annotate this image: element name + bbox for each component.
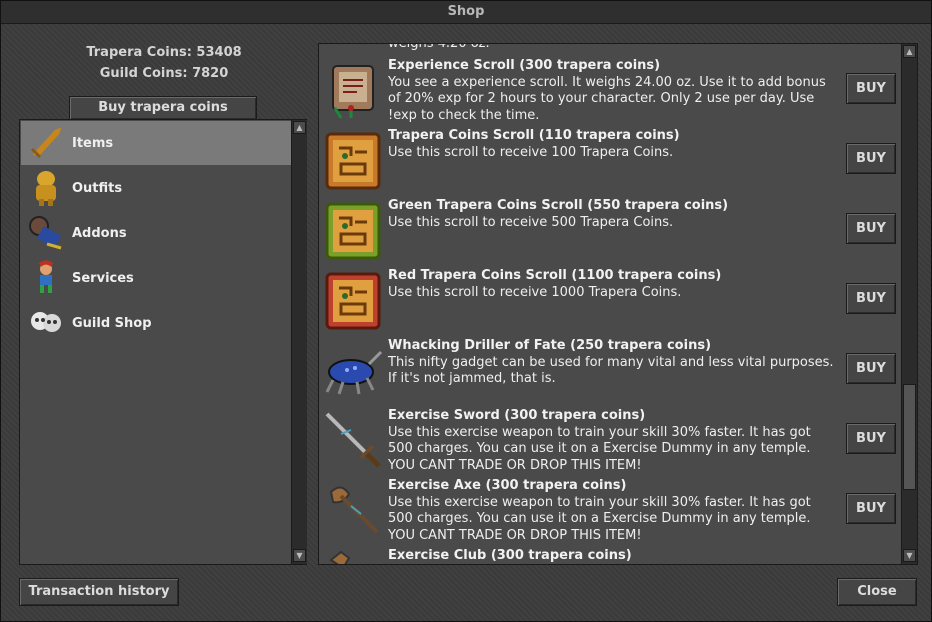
- offer-row: Red Trapera Coins Scroll (1100 trapera c…: [319, 268, 901, 338]
- offer-title: Trapera Coins Scroll (110 trapera coins): [388, 128, 680, 143]
- offer-row: Exercise Club (300 trapera coins): [319, 548, 901, 564]
- buy-button[interactable]: BUY: [846, 283, 896, 314]
- category-addons[interactable]: Addons: [21, 211, 291, 255]
- trapera-coins-balance: Trapera Coins: 53408: [86, 45, 242, 60]
- scroll-down-arrow-icon[interactable]: ▼: [903, 549, 916, 562]
- offer-description: Use this scroll to receive 1000 Trapera …: [388, 284, 682, 300]
- shop-window: Shop Trapera Coins: 53408 Guild Coins: 7…: [0, 0, 932, 622]
- partial-offer-text: weighs 4.20 oz.: [388, 43, 490, 51]
- offer-text: Experience Scroll (300 trapera coins) Yo…: [388, 58, 838, 124]
- buy-trapera-coins-button[interactable]: Buy trapera coins: [69, 96, 257, 120]
- buy-button[interactable]: BUY: [846, 143, 896, 174]
- category-label: Addons: [72, 225, 127, 241]
- category-label: Items: [72, 135, 114, 151]
- addon-icon: [25, 213, 67, 253]
- skulls-icon: [25, 303, 67, 343]
- scroll-down-arrow-icon[interactable]: ▼: [293, 549, 306, 562]
- guild-coins-balance: Guild Coins: 7820: [99, 66, 229, 81]
- category-items[interactable]: Items: [21, 121, 291, 165]
- offer-row: Trapera Coins Scroll (110 trapera coins)…: [319, 128, 901, 198]
- armor-icon: [25, 168, 67, 208]
- buy-button[interactable]: BUY: [846, 73, 896, 104]
- experience-scroll-icon: [332, 65, 374, 119]
- offer-text: Exercise Club (300 trapera coins): [388, 548, 838, 564]
- offer-text: Red Trapera Coins Scroll (1100 trapera c…: [388, 268, 838, 301]
- offer-description: Use this scroll to receive 500 Trapera C…: [388, 214, 674, 230]
- scroll-up-arrow-icon[interactable]: ▲: [293, 121, 306, 134]
- transaction-history-button[interactable]: Transaction history: [19, 578, 179, 606]
- category-label: Guild Shop: [72, 315, 152, 331]
- offer-description: Use this scroll to receive 100 Trapera C…: [388, 144, 674, 160]
- category-outfits[interactable]: Outfits: [21, 166, 291, 210]
- green-coins-scroll-icon: [325, 202, 381, 260]
- character-icon: [25, 258, 67, 298]
- offer-scrollbar[interactable]: ▲ ▼: [901, 44, 917, 564]
- offer-title: Green Trapera Coins Scroll (550 trapera …: [388, 198, 729, 213]
- offer-row: Green Trapera Coins Scroll (550 trapera …: [319, 198, 901, 268]
- offer-text: Exercise Axe (300 trapera coins) Use thi…: [388, 478, 838, 544]
- offer-row: Whacking Driller of Fate (250 trapera co…: [319, 338, 901, 408]
- category-services[interactable]: Services: [21, 256, 291, 300]
- category-label: Outfits: [72, 180, 123, 196]
- offer-text: Trapera Coins Scroll (110 trapera coins)…: [388, 128, 838, 161]
- category-guild-shop[interactable]: Guild Shop: [21, 301, 291, 345]
- category-scrollbar[interactable]: ▲ ▼: [291, 120, 307, 564]
- window-title: Shop: [1, 1, 931, 24]
- exercise-axe-icon: [329, 486, 379, 534]
- buy-button[interactable]: BUY: [846, 493, 896, 524]
- offer-text: Whacking Driller of Fate (250 trapera co…: [388, 338, 838, 388]
- offer-title: Exercise Sword (300 trapera coins): [388, 408, 646, 423]
- scroll-up-arrow-icon[interactable]: ▲: [903, 45, 916, 58]
- offer-description: You see a experience scroll. It weighs 2…: [388, 74, 826, 123]
- offer-title: Red Trapera Coins Scroll (1100 trapera c…: [388, 268, 722, 283]
- offer-text: Exercise Sword (300 trapera coins) Use t…: [388, 408, 838, 474]
- offer-list: weighs 4.20 oz. Experience Scroll (300 t…: [318, 43, 918, 565]
- buy-button[interactable]: BUY: [846, 423, 896, 454]
- offer-text: Green Trapera Coins Scroll (550 trapera …: [388, 198, 838, 231]
- buy-button[interactable]: BUY: [846, 353, 896, 384]
- offer-title: Exercise Axe (300 trapera coins): [388, 478, 627, 493]
- exercise-sword-icon: [325, 412, 381, 468]
- coins-scroll-icon: [325, 132, 381, 190]
- red-coins-scroll-icon: [325, 272, 381, 330]
- offer-row: Experience Scroll (300 trapera coins) Yo…: [319, 58, 901, 128]
- exercise-club-icon: [329, 550, 351, 564]
- scrollbar-thumb[interactable]: [903, 384, 916, 490]
- category-label: Services: [72, 270, 134, 286]
- buy-button[interactable]: BUY: [846, 213, 896, 244]
- offer-row: Exercise Sword (300 trapera coins) Use t…: [319, 408, 901, 478]
- sword-icon: [25, 123, 67, 163]
- offer-row: Exercise Axe (300 trapera coins) Use thi…: [319, 478, 901, 548]
- close-button[interactable]: Close: [837, 578, 917, 606]
- offer-title: Exercise Club (300 trapera coins): [388, 548, 632, 563]
- offer-description: This nifty gadget can be used for many v…: [388, 354, 834, 387]
- offer-description: Use this exercise weapon to train your s…: [388, 424, 811, 473]
- offer-title: Experience Scroll (300 trapera coins): [388, 58, 661, 73]
- category-list: Items Outfits Addons Services Guild Shop: [19, 119, 307, 565]
- driller-icon: [325, 350, 383, 395]
- offer-description: Use this exercise weapon to train your s…: [388, 494, 811, 543]
- offer-title: Whacking Driller of Fate (250 trapera co…: [388, 338, 712, 353]
